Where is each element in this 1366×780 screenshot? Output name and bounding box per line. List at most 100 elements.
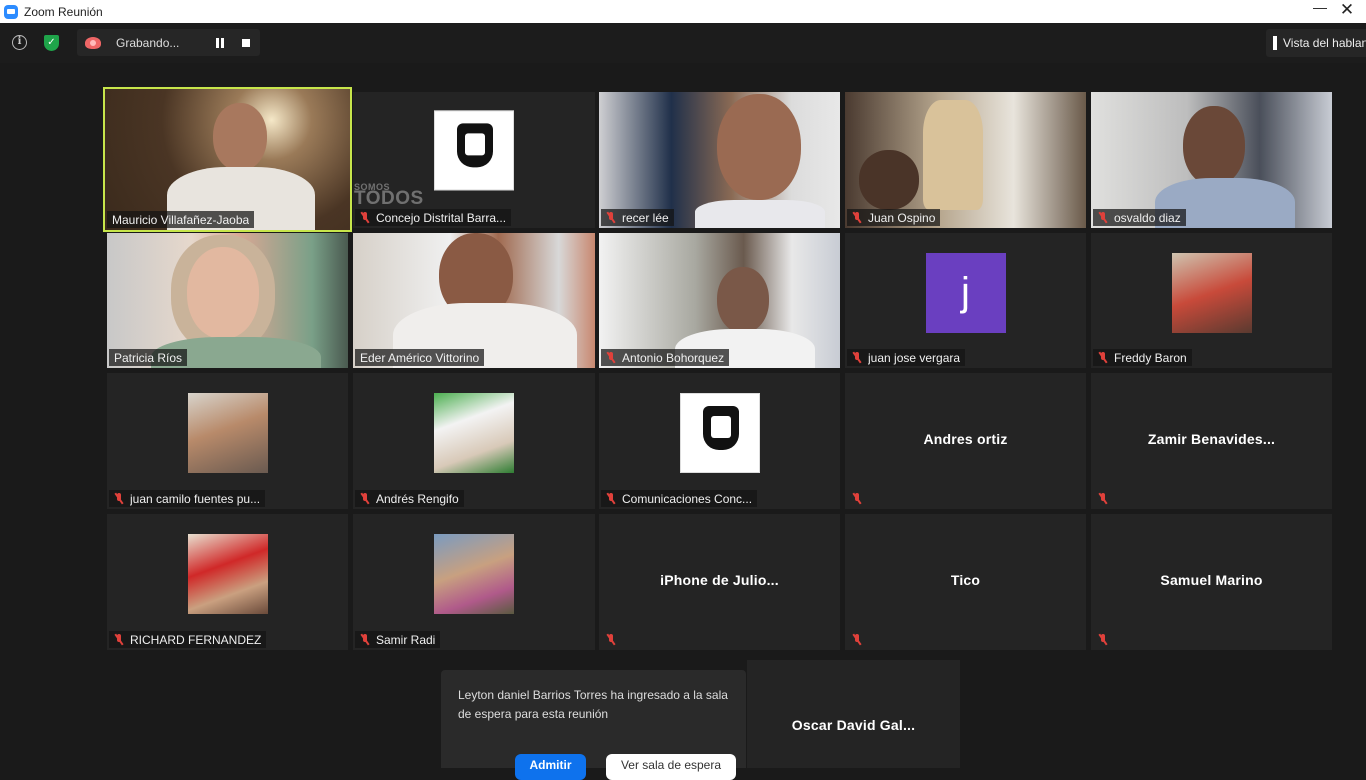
mic-off-icon [360,211,370,224]
info-icon[interactable]: i [12,35,27,50]
participant-tile[interactable]: Andres ortiz [845,373,1086,509]
stop-recording-button[interactable] [242,39,250,47]
participant-display-name: Andres ortiz [923,431,1008,447]
window-titlebar: Zoom Reunión — ✕ [0,0,1366,23]
participant-video [353,233,595,368]
participant-profile-photo [434,393,514,473]
participant-video [105,89,350,230]
waiting-room-notification: Leyton daniel Barrios Torres ha ingresad… [441,670,746,780]
mic-off-icon [852,351,862,364]
recording-status: Grabando... [116,36,180,50]
participant-video [599,92,840,228]
participant-profile-photo [187,393,268,473]
name-label: juan jose vergara [847,349,966,366]
participant-tile[interactable]: juan camilo fuentes pu... [107,373,348,509]
mic-off-icon [114,492,124,505]
participant-video [845,92,1086,228]
participant-video [107,233,348,368]
participant-tile[interactable]: Patricia Ríos [107,233,348,368]
participant-tile[interactable]: osvaldo diaz [1091,92,1332,228]
mic-off-icon [606,492,616,505]
participant-profile-photo [1171,252,1252,333]
close-button[interactable]: ✕ [1336,0,1358,20]
name-label: Juan Ospino [847,209,941,226]
participant-video [1091,92,1332,228]
participant-tile[interactable]: Comunicaciones Conc... [599,373,840,509]
mic-off-icon [360,492,370,505]
minimize-button[interactable]: — [1312,0,1328,18]
somos-todos-watermark: SOMOS TODOS [354,182,424,209]
name-label: recer lée [601,209,674,226]
name-label: juan camilo fuentes pu... [109,490,266,507]
participant-tile[interactable]: Tico [845,514,1086,650]
recording-panel: Grabando... [77,29,260,56]
participant-profile-photo [434,534,514,614]
participant-tile[interactable]: Zamir Benavides... [1091,373,1332,509]
mic-off-icon [1098,351,1108,364]
participant-tile[interactable]: Eder Américo Vittorino [353,233,595,368]
participant-display-name: Zamir Benavides... [1147,431,1276,447]
name-label [1093,490,1119,507]
name-label [847,490,873,507]
name-label: osvaldo diaz [1093,209,1186,226]
meeting-topbar: i ✓ Grabando... Vista del hablante [0,23,1366,63]
window-title: Zoom Reunión [24,4,103,19]
name-label: Eder Américo Vittorino [355,349,485,366]
participant-logo [434,110,514,191]
name-label: Antonio Bohorquez [601,349,730,366]
name-label: Concejo Distrital Barra... [355,209,512,226]
admit-button[interactable]: Admitir [515,754,586,780]
name-label: Comunicaciones Conc... [601,490,758,507]
participant-display-name: Oscar David Gal... [791,717,916,733]
zoom-app-icon [4,4,18,19]
participant-tile[interactable]: Juan Ospino [845,92,1086,228]
mic-off-icon [606,211,616,224]
name-label: Andrés Rengifo [355,490,464,507]
mic-off-icon [852,211,862,224]
speaker-view-button[interactable]: Vista del hablante [1266,29,1366,57]
name-label [847,631,873,648]
participant-tile[interactable]: Freddy Baron [1091,233,1332,368]
mic-off-icon [606,351,616,364]
participant-display-name: Tico [950,572,981,588]
waiting-room-message: Leyton daniel Barrios Torres ha ingresad… [458,688,728,721]
name-label: Mauricio Villafañez-Jaoba [107,211,255,228]
participant-tile[interactable]: Mauricio Villafañez-Jaoba [103,87,352,232]
participant-profile-photo [187,534,268,614]
name-label [1093,631,1119,648]
participant-tile[interactable]: Oscar David Gal... [747,660,960,768]
participant-tile[interactable]: recer lée [599,92,840,228]
mic-off-icon [360,633,370,646]
participant-tile[interactable]: j juan jose vergara [845,233,1086,368]
participant-tile[interactable]: iPhone de Julio... [599,514,840,650]
participant-tile[interactable]: Andrés Rengifo [353,373,595,509]
name-label: Patricia Ríos [109,349,188,366]
mic-off-icon [1098,492,1108,505]
cloud-recording-icon [85,37,101,49]
participant-tile[interactable]: RICHARD FERNANDEZ [107,514,348,650]
name-label: Freddy Baron [1093,349,1192,366]
mic-off-icon [114,633,124,646]
participant-logo [679,393,760,473]
pause-recording-button[interactable] [215,38,225,48]
participant-tile[interactable]: Samir Radi [353,514,595,650]
mic-off-icon [1098,633,1108,646]
view-label: Vista del hablante [1283,36,1366,50]
participant-tile[interactable]: SOMOS TODOS Concejo Distrital Barra... [353,92,595,228]
view-grid-icon [1273,36,1277,50]
participant-tile[interactable]: Samuel Marino [1091,514,1332,650]
participant-initial-avatar: j [925,252,1006,333]
view-waiting-room-button[interactable]: Ver sala de espera [606,754,736,780]
mic-off-icon [852,492,862,505]
mic-off-icon [1098,211,1108,224]
name-label: Samir Radi [355,631,441,648]
name-label: RICHARD FERNANDEZ [109,631,267,648]
mic-off-icon [606,633,616,646]
participant-tile[interactable]: Antonio Bohorquez [599,233,840,368]
participant-display-name: iPhone de Julio... [660,572,779,588]
participant-display-name: Samuel Marino [1160,572,1263,588]
mic-off-icon [852,633,862,646]
name-label [601,631,627,648]
participant-video [599,233,840,368]
security-shield-icon[interactable]: ✓ [44,35,59,51]
